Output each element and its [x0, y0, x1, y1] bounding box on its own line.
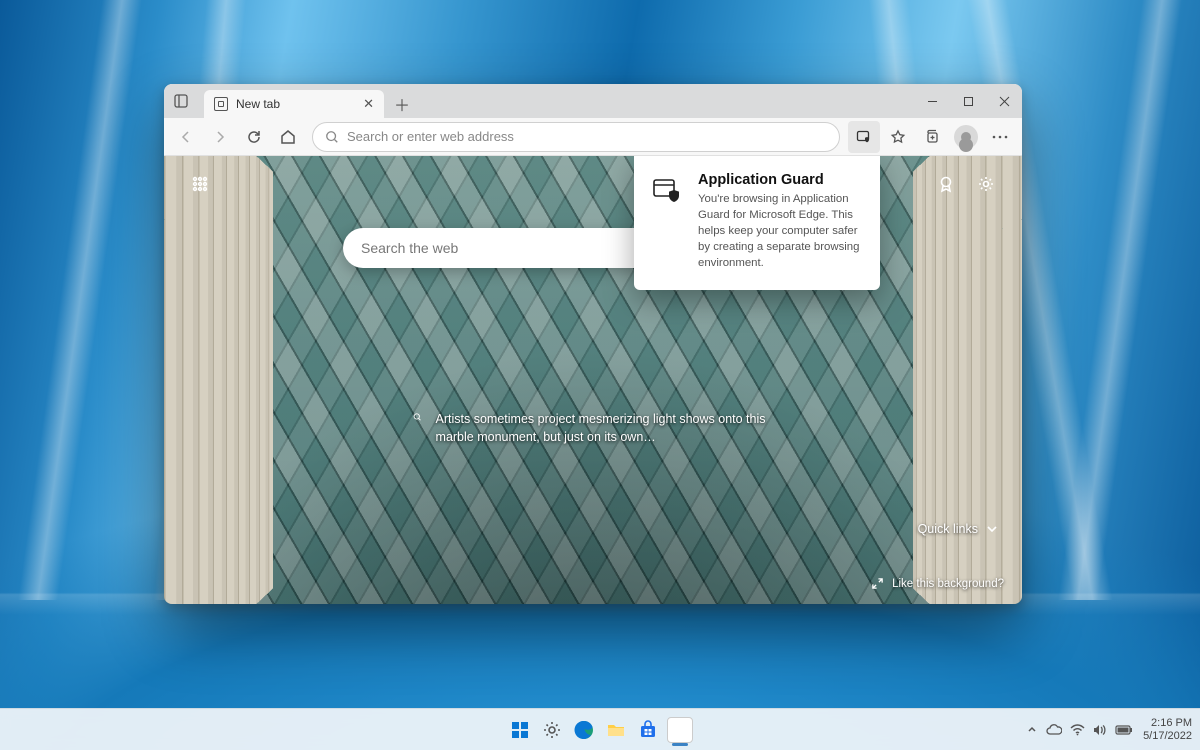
avatar-icon: [954, 125, 978, 149]
tab-title: New tab: [236, 97, 355, 111]
background-caption[interactable]: Artists sometimes project mesmerizing li…: [413, 410, 773, 446]
like-background-link[interactable]: Like this background?: [871, 577, 1004, 590]
wifi-icon[interactable]: [1070, 724, 1085, 736]
taskbar-file-explorer[interactable]: [603, 717, 629, 743]
app-guard-popover: Application Guard You're browsing in App…: [634, 156, 880, 290]
app-guard-icon: [652, 176, 684, 272]
onedrive-icon[interactable]: [1046, 724, 1062, 736]
collections-button[interactable]: [916, 121, 948, 153]
wallpaper-stripe: [1058, 0, 1182, 600]
chevron-down-icon: [986, 523, 998, 535]
taskbar-clock[interactable]: 2:16 PM 5/17/2022: [1143, 717, 1192, 741]
popover-body: You're browsing in Application Guard for…: [698, 192, 862, 272]
new-tab-page: Search the web Artists sometimes project…: [164, 156, 1022, 604]
taskbar: 2:16 PM 5/17/2022: [0, 708, 1200, 750]
app-guard-favicon-icon: [214, 97, 228, 111]
system-tray: 2:16 PM 5/17/2022: [1026, 717, 1192, 741]
desktop: New tab ✕ ＋ Search or enter web address: [0, 0, 1200, 750]
settings-menu-button[interactable]: [984, 121, 1016, 153]
ntp-topbar: [164, 170, 1022, 198]
clock-date: 5/17/2022: [1143, 730, 1192, 742]
volume-icon[interactable]: [1093, 724, 1107, 736]
quick-links-label: Quick links: [918, 522, 978, 536]
window-controls: [914, 84, 1022, 118]
like-background-label: Like this background?: [892, 578, 1004, 590]
ntp-search-placeholder: Search the web: [361, 240, 458, 256]
profile-button[interactable]: [950, 121, 982, 153]
wallpaper-stripe: [18, 0, 142, 600]
expand-icon: [871, 577, 884, 590]
page-settings-button[interactable]: [972, 170, 1000, 198]
address-bar[interactable]: Search or enter web address: [312, 122, 840, 152]
taskbar-edge[interactable]: [571, 717, 597, 743]
address-bar-placeholder: Search or enter web address: [347, 129, 514, 144]
search-icon: [325, 130, 339, 144]
back-button[interactable]: [170, 121, 202, 153]
search-icon: [413, 410, 422, 424]
popover-title: Application Guard: [698, 172, 862, 188]
tray-overflow-button[interactable]: [1026, 724, 1038, 736]
rewards-button[interactable]: [932, 170, 960, 198]
toolbar: Search or enter web address: [164, 118, 1022, 156]
taskbar-running-app[interactable]: [667, 717, 693, 743]
taskbar-settings[interactable]: [539, 717, 565, 743]
titlebar: New tab ✕ ＋: [164, 84, 1022, 118]
start-button[interactable]: [507, 717, 533, 743]
battery-icon[interactable]: [1115, 725, 1133, 735]
background-caption-text: Artists sometimes project mesmerizing li…: [436, 410, 773, 446]
tab-actions-button[interactable]: [164, 84, 198, 118]
app-launcher-button[interactable]: [186, 170, 214, 198]
app-guard-indicator-button[interactable]: [848, 121, 880, 153]
minimize-button[interactable]: [914, 84, 950, 118]
refresh-button[interactable]: [238, 121, 270, 153]
tab-close-button[interactable]: ✕: [363, 96, 374, 112]
close-window-button[interactable]: [986, 84, 1022, 118]
taskbar-store[interactable]: [635, 717, 661, 743]
taskbar-center: [507, 717, 693, 743]
home-button[interactable]: [272, 121, 304, 153]
maximize-button[interactable]: [950, 84, 986, 118]
forward-button[interactable]: [204, 121, 236, 153]
browser-window: New tab ✕ ＋ Search or enter web address: [164, 84, 1022, 604]
quick-links-toggle[interactable]: Quick links: [918, 522, 998, 536]
browser-tab[interactable]: New tab ✕: [204, 90, 384, 118]
new-tab-button[interactable]: ＋: [388, 90, 416, 118]
favorites-button[interactable]: [882, 121, 914, 153]
clock-time: 2:16 PM: [1143, 717, 1192, 729]
